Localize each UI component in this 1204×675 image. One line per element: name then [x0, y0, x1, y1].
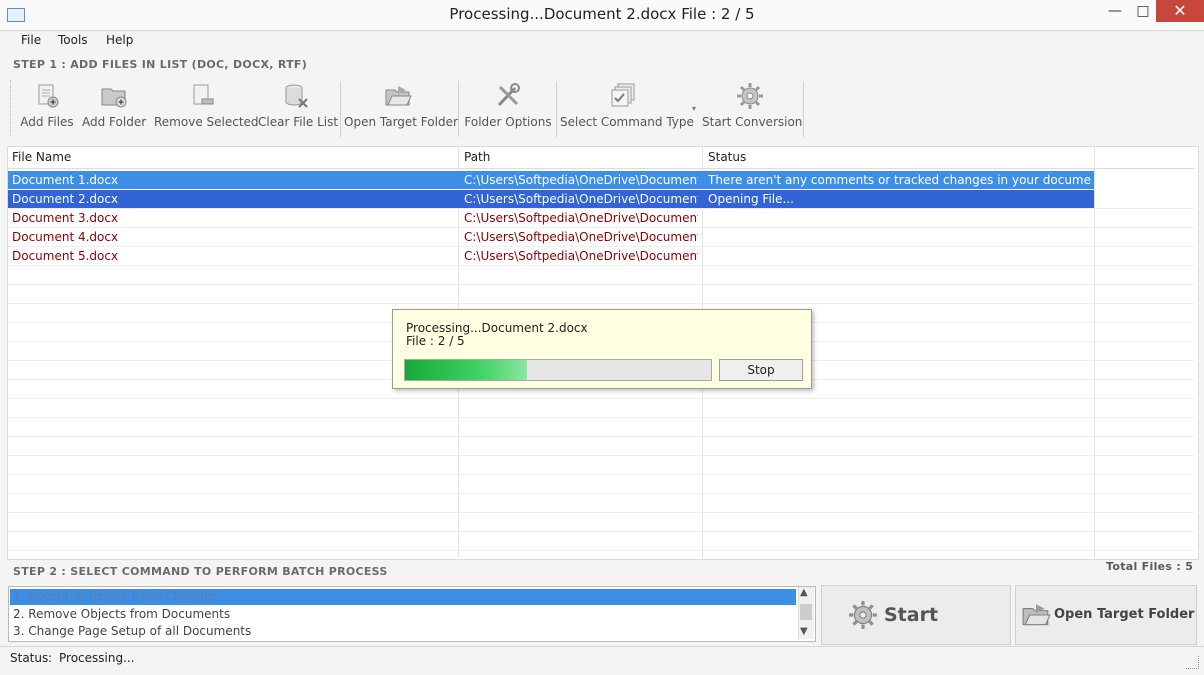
stop-button[interactable]: Stop: [719, 359, 803, 381]
open-folder-icon: [1022, 604, 1051, 626]
close-button[interactable]: ✕: [1156, 0, 1204, 22]
add-folder-label: Add Folder: [82, 115, 147, 129]
gear-icon: [849, 601, 877, 629]
file-name-cell: Document 3.docx: [12, 211, 119, 225]
file-name-cell: Document 2.docx: [12, 192, 119, 206]
resize-grip[interactable]: [1186, 656, 1199, 669]
open-folder-icon: [385, 86, 412, 106]
grid-line: [8, 531, 1194, 532]
toolbar-grip: [10, 80, 13, 136]
window-title: Processing...Document 2.docx File : 2 / …: [449, 5, 755, 23]
grid-line: [8, 417, 1194, 418]
open-target-folder-toolbar-label: Open Target Folder: [344, 115, 458, 129]
progress-count-text: File : 2 / 5: [406, 334, 465, 348]
toolbar-separator: [556, 81, 557, 137]
toolbar-separator: [340, 81, 341, 137]
scroll-down-icon[interactable]: ▼: [800, 626, 808, 637]
status-bar: [0, 646, 1204, 675]
folder-options-button[interactable]: Folder Options: [464, 80, 552, 140]
file-name-cell: Document 1.docx: [12, 173, 119, 187]
grid-line: [8, 455, 1194, 456]
status-label: Status: [10, 651, 49, 665]
grid-line: [8, 265, 1194, 266]
progress-bar-fill: [405, 360, 528, 380]
grid-line: [8, 474, 1194, 475]
path-cell: C:\Users\Softpedia\OneDrive\Documents...: [464, 211, 698, 225]
open-target-folder-button[interactable]: Open Target Folder: [1015, 585, 1197, 645]
folder-add-icon: [101, 88, 127, 108]
menu-file[interactable]: File: [21, 33, 41, 47]
add-files-button[interactable]: Add Files: [18, 80, 76, 140]
menu-tools[interactable]: Tools: [58, 33, 88, 47]
grid-line: [8, 208, 1194, 209]
status-separator: :: [48, 651, 53, 665]
dropdown-arrow-icon[interactable]: ▾: [692, 104, 696, 113]
header-divider: [8, 168, 1194, 169]
remove-selected-label: Remove Selected: [154, 115, 259, 129]
folder-options-label: Folder Options: [464, 115, 552, 129]
clear-list-icon: [285, 84, 308, 108]
step2-header: STEP 2 : SELECT COMMAND TO PERFORM BATCH…: [13, 565, 388, 578]
select-command-type-label: Select Command Type: [560, 115, 694, 129]
add-file-icon: [38, 84, 59, 108]
path-cell: C:\Users\Softpedia\OneDrive\Documents...: [464, 192, 698, 206]
start-button[interactable]: Start: [821, 585, 1011, 645]
command-item-page-setup[interactable]: 3. Change Page Setup of all Documents: [10, 624, 796, 640]
path-cell: C:\Users\Softpedia\OneDrive\Documents...: [464, 230, 698, 244]
path-cell: C:\Users\Softpedia\OneDrive\Documents...: [464, 173, 698, 187]
clear-file-list-button[interactable]: Clear File List: [258, 80, 339, 140]
column-header-file-name[interactable]: File Name: [12, 150, 71, 164]
grid-line: [8, 436, 1194, 437]
grid-line: [8, 398, 1194, 399]
checklist-icon: [611, 83, 635, 107]
command-item-accept-reject[interactable]: 1. Accept or Reject Track Changes: [10, 589, 796, 605]
toolbar-separator: [458, 81, 459, 137]
total-files-count: Total Files : 5: [1106, 560, 1194, 573]
add-files-label: Add Files: [20, 115, 74, 129]
menu-help[interactable]: Help: [106, 33, 133, 47]
status-value: Processing...: [59, 651, 135, 665]
open-target-folder-label: Open Target Folder: [1054, 607, 1195, 622]
grid-line: [8, 284, 1194, 285]
step1-header: STEP 1 : ADD FILES IN LIST (DOC, DOCX, R…: [13, 58, 308, 71]
path-cell: C:\Users\Softpedia\OneDrive\Documents...: [464, 249, 698, 263]
add-folder-button[interactable]: Add Folder: [82, 80, 146, 140]
file-name-cell: Document 5.docx: [12, 249, 119, 263]
grid-line: [8, 493, 1194, 494]
grid-line: [8, 550, 1194, 551]
toolbar-separator: [803, 81, 804, 137]
clear-file-list-label: Clear File List: [258, 115, 339, 129]
select-command-type-button[interactable]: Select Command Type: [560, 80, 694, 140]
start-button-label: Start: [884, 604, 939, 626]
grid-line: [8, 512, 1194, 513]
minimize-button[interactable]: —: [1100, 0, 1130, 22]
command-item-remove-objects[interactable]: 2. Remove Objects from Documents: [10, 607, 796, 623]
scroll-up-icon[interactable]: ▲: [800, 587, 808, 598]
progress-bar: [404, 359, 712, 381]
start-conversion-label: Start Conversion: [702, 115, 803, 129]
status-cell: Opening File...: [708, 192, 794, 206]
file-name-cell: Document 4.docx: [12, 230, 119, 244]
status-cell: There aren't any comments or tracked cha…: [708, 173, 1092, 187]
gear-icon: [737, 83, 763, 109]
remove-file-icon: [193, 84, 214, 105]
grid-line: [8, 227, 1194, 228]
remove-selected-button[interactable]: Remove Selected: [154, 80, 259, 140]
scrollbar-thumb[interactable]: [800, 604, 812, 620]
start-conversion-button[interactable]: Start Conversion: [702, 80, 803, 140]
column-header-path[interactable]: Path: [464, 150, 490, 164]
tools-icon: [497, 83, 520, 107]
grid-line: [8, 303, 1194, 304]
open-target-folder-toolbar-button[interactable]: Open Target Folder: [344, 80, 458, 140]
grid-line: [8, 246, 1194, 247]
progress-file-text: Processing...Document 2.docx: [406, 321, 588, 335]
column-header-status[interactable]: Status: [708, 150, 746, 164]
maximize-button[interactable]: □: [1128, 0, 1158, 22]
